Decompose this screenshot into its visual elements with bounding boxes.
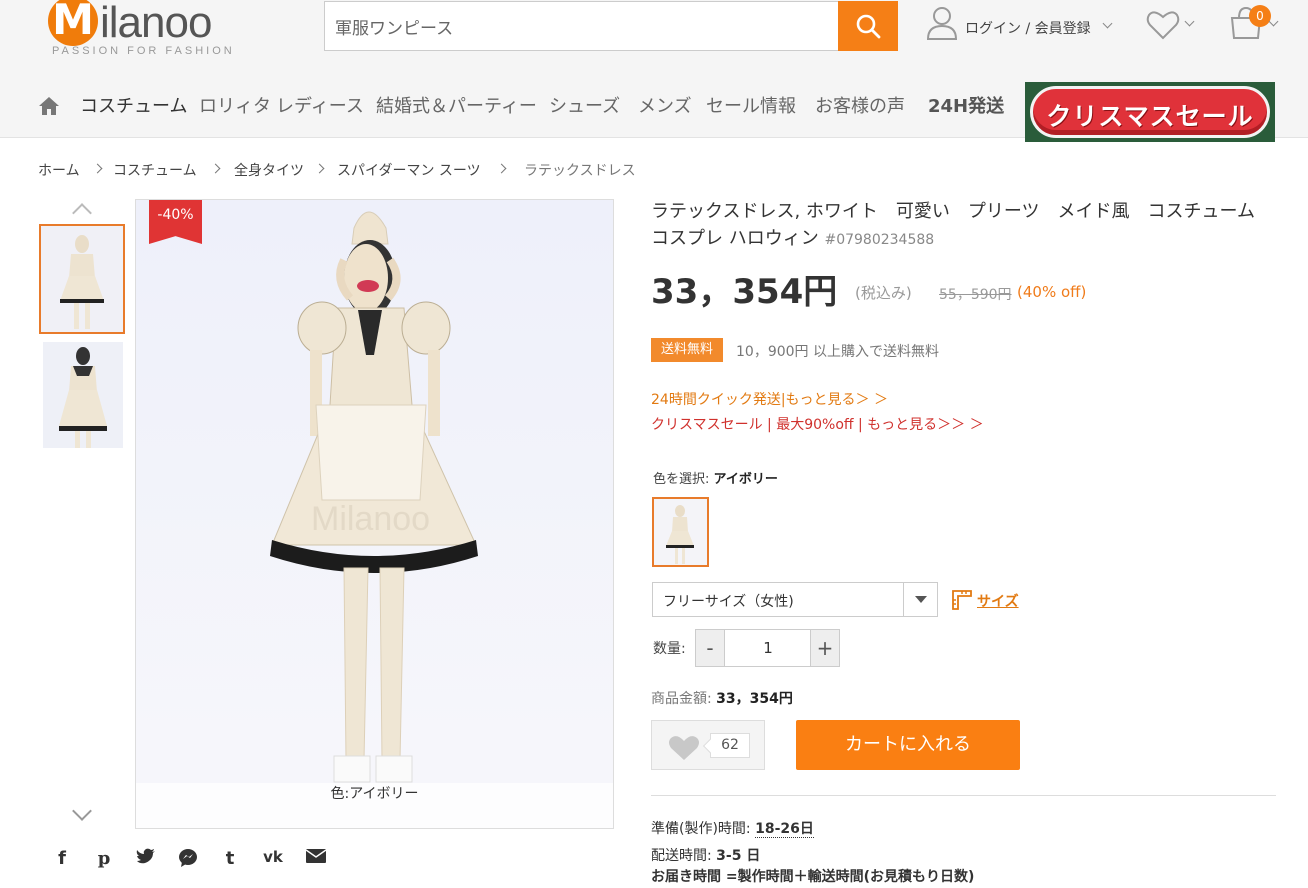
search-icon — [856, 14, 881, 39]
product-thumbnail-image — [43, 342, 123, 448]
discount-percent: (40% off) — [1017, 283, 1087, 301]
nav-ladies[interactable]: レディース — [276, 92, 364, 118]
nav-mens[interactable]: メンズ — [638, 92, 692, 118]
product-title-text: ラテックスドレス, ホワイト 可愛い プリーツ メイド風 コスチューム コスプレ… — [651, 201, 1273, 249]
size-selected-value: フリーサイズ（女性) — [663, 594, 794, 610]
nav-wedding-party[interactable]: 結婚式＆パーティー — [376, 92, 537, 118]
nav-costume[interactable]: コスチューム — [80, 92, 187, 118]
selected-color-name: アイボリー — [713, 472, 778, 487]
image-color-caption: 色:アイボリー — [136, 783, 613, 828]
banner-pill: クリスマスセール — [1030, 86, 1270, 138]
breadcrumb-costume[interactable]: コスチューム — [113, 160, 197, 180]
subtotal: 商品金額: 33，354円 — [651, 688, 793, 708]
nav-shoes[interactable]: シューズ — [549, 92, 620, 118]
logo-tagline: PASSION FOR FASHION — [52, 45, 235, 57]
messenger-icon[interactable] — [178, 848, 198, 870]
product-thumbnail-image — [41, 226, 123, 332]
nav-24h-shipping[interactable]: 24H発送 — [928, 92, 1004, 118]
heart-icon — [669, 736, 699, 760]
quantity-increase-button[interactable]: + — [810, 630, 839, 666]
nav-reviews[interactable]: お客様の声 — [815, 92, 905, 118]
banner-text: クリスマスセール — [1046, 102, 1254, 131]
free-shipping-note: 10，900円 以上購入で送料無料 — [736, 344, 939, 360]
thumbnail-2[interactable] — [43, 342, 123, 448]
chevron-down-icon — [1102, 18, 1113, 29]
thumb-scroll-up-button[interactable] — [72, 200, 92, 220]
production-time-value[interactable]: 18-26日 — [755, 821, 814, 838]
color-swatch-ivory[interactable] — [652, 497, 709, 567]
milanoo-logo[interactable]: M ilanoo PASSION FOR FASHION — [48, 0, 258, 60]
color-label-text: 色を選択: — [653, 472, 710, 487]
sale-price: 33，354円 — [651, 272, 838, 312]
thumbnail-1[interactable] — [39, 224, 125, 334]
thumb-scroll-down-button[interactable] — [72, 804, 92, 824]
dropdown-arrow-icon — [903, 583, 937, 616]
breadcrumb-bodysuit[interactable]: 全身タイツ — [234, 160, 304, 180]
account-menu[interactable]: ログイン / 会員登録 — [926, 6, 1116, 42]
search-button[interactable] — [838, 1, 898, 51]
logo-wordmark: ilanoo — [100, 0, 212, 47]
pinterest-icon[interactable]: p — [94, 848, 114, 870]
shipping-time-label: 配送時間: — [651, 848, 712, 864]
breadcrumb-current: ラテックスドレス — [524, 163, 636, 179]
heart-icon — [1146, 11, 1180, 40]
product-sku: #07980234588 — [824, 232, 935, 248]
chevron-down-icon — [1268, 16, 1279, 27]
size-dropdown[interactable]: フリーサイズ（女性) — [652, 582, 938, 617]
quantity-label: 数量: — [653, 641, 686, 657]
main-product-image[interactable]: -40% Milanoo 色:アイボリー — [135, 199, 614, 829]
logo-mark: M — [48, 0, 98, 46]
ruler-icon — [952, 590, 972, 610]
chevron-right-icon — [92, 163, 103, 174]
quantity-stepper: - + — [695, 629, 840, 667]
color-select-label: 色を選択: アイボリー — [653, 468, 778, 487]
shipping-time: 配送時間: 3-5 日 — [651, 845, 760, 865]
image-watermark: Milanoo — [311, 500, 431, 538]
subtotal-value: 33，354円 — [716, 691, 793, 707]
swatch-image — [654, 499, 707, 565]
nav-sale[interactable]: セール情報 — [706, 92, 796, 118]
production-time: 準備(製作)時間: 18-26日 — [651, 818, 814, 838]
nav-lolita[interactable]: ロリィタ — [199, 92, 271, 118]
cart-count-badge: 0 — [1249, 5, 1271, 27]
site-header: M ilanoo PASSION FOR FASHION ログイン / 会員登録 — [0, 0, 1308, 142]
tumblr-icon[interactable]: t — [220, 848, 240, 870]
size-guide-label: サイズ — [977, 594, 1019, 610]
production-time-label: 準備(製作)時間: — [651, 821, 751, 837]
quantity-decrease-button[interactable]: - — [696, 630, 725, 666]
tax-note: (税込み) — [855, 284, 912, 302]
facebook-icon[interactable]: f — [52, 848, 72, 870]
wishlist-menu[interactable] — [1146, 10, 1198, 42]
vk-icon[interactable]: vk — [262, 848, 284, 870]
chevron-right-icon — [496, 163, 507, 174]
add-to-cart-button[interactable]: カートに入れる — [796, 720, 1020, 770]
chevron-right-icon — [314, 163, 325, 174]
delivery-formula: お届き時間 =製作時間＋輸送時間(お見積もり日数) — [651, 869, 975, 885]
email-icon[interactable] — [305, 848, 327, 870]
chevron-down-icon — [1184, 16, 1195, 27]
quick-shipping-promo-link[interactable]: 24時間クイック発送|もっと見る＞ ＞ — [651, 389, 888, 409]
chevron-right-icon — [210, 163, 221, 174]
quantity-input[interactable] — [726, 630, 810, 666]
search-input[interactable] — [325, 2, 839, 50]
login-register-link[interactable]: ログイン / 会員登録 — [965, 18, 1091, 38]
breadcrumb-home[interactable]: ホーム — [38, 160, 80, 180]
subtotal-label: 商品金額: — [651, 691, 712, 707]
free-shipping-badge: 送料無料 — [651, 338, 723, 362]
add-to-wishlist-button[interactable]: 62 — [651, 720, 765, 770]
search-bar — [324, 1, 898, 51]
wishlist-count: 62 — [710, 733, 750, 758]
breadcrumb-spiderman[interactable]: スパイダーマン スーツ — [337, 160, 481, 180]
twitter-icon[interactable] — [136, 848, 156, 870]
christmas-sale-banner[interactable]: クリスマスセール — [1025, 82, 1275, 142]
product-title: ラテックスドレス, ホワイト 可愛い プリーツ メイド風 コスチューム コスプレ… — [651, 198, 1273, 254]
christmas-sale-promo-link[interactable]: クリスマスセール | 最大90%off | もっと見る＞＞ ＞ — [651, 414, 984, 434]
home-icon[interactable] — [38, 96, 60, 116]
shipping-time-value: 3-5 日 — [716, 848, 761, 864]
user-icon — [926, 7, 958, 40]
cart-menu[interactable]: 0 — [1228, 4, 1283, 44]
original-price: 55，590円 — [939, 287, 1012, 303]
divider — [651, 795, 1276, 796]
